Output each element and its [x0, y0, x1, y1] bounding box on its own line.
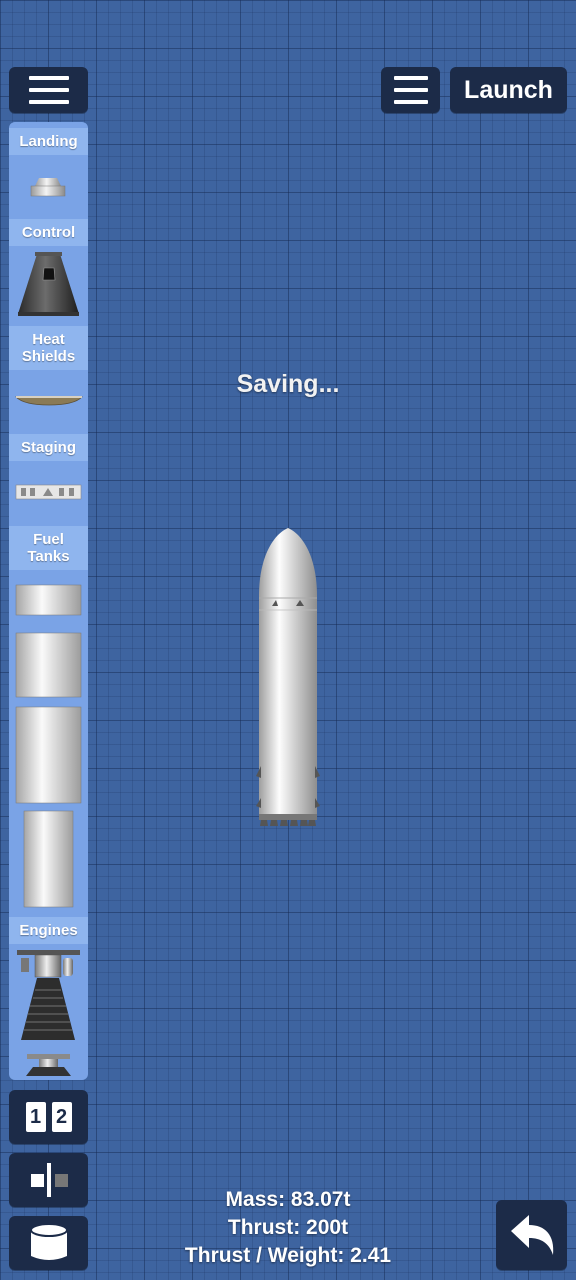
main-menu-button[interactable]	[9, 67, 88, 113]
fuel-tank-small-part[interactable]	[15, 584, 82, 616]
fuel-tank-large-part[interactable]	[15, 706, 82, 804]
saving-status: Saving...	[236, 370, 340, 398]
undo-button[interactable]	[496, 1200, 567, 1270]
rocket-assembly[interactable]	[252, 526, 324, 826]
symmetry-icon	[30, 1163, 68, 1197]
undo-icon	[510, 1215, 553, 1255]
category-control[interactable]: Control	[9, 219, 88, 246]
category-heat-shields[interactable]: Heat Shields	[9, 326, 88, 370]
launch-button[interactable]: Launch	[450, 67, 567, 113]
command-pod-part[interactable]	[15, 250, 82, 318]
fuel-tank-narrow-part[interactable]	[23, 810, 74, 908]
rocket-stats: Mass: 83.07t Thrust: 200t Thrust / Weigh…	[100, 1186, 476, 1270]
fuel-tank-icon	[29, 1223, 68, 1260]
parts-palette: Landing Control Heat Shields Staging Fue…	[9, 122, 88, 1080]
category-staging[interactable]: Staging	[9, 434, 88, 461]
category-engines[interactable]: Engines	[9, 917, 88, 944]
hamburger-icon	[393, 76, 428, 80]
landing-leg-part[interactable]	[23, 170, 73, 202]
fuel-toggle-button[interactable]	[9, 1216, 88, 1270]
thrust-weight-readout: Thrust / Weight: 2.41	[184, 1244, 392, 1267]
symmetry-button[interactable]	[9, 1153, 88, 1207]
category-landing[interactable]: Landing	[9, 128, 88, 155]
engine-small-part[interactable]	[23, 1052, 74, 1076]
stage-2-badge: 2	[51, 1102, 72, 1132]
thrust-readout: Thrust: 200t	[227, 1216, 349, 1239]
stage-1-badge: 1	[25, 1102, 46, 1132]
category-fuel-tanks[interactable]: Fuel Tanks	[9, 526, 88, 570]
mass-readout: Mass: 83.07t	[225, 1188, 351, 1211]
decoupler-part[interactable]	[15, 482, 82, 502]
fuel-tank-medium-part[interactable]	[15, 632, 82, 698]
hamburger-icon	[28, 76, 69, 80]
stage-view-button[interactable]: 1 2	[9, 1090, 88, 1144]
options-menu-button[interactable]	[381, 67, 440, 113]
engine-part[interactable]	[15, 948, 82, 1046]
